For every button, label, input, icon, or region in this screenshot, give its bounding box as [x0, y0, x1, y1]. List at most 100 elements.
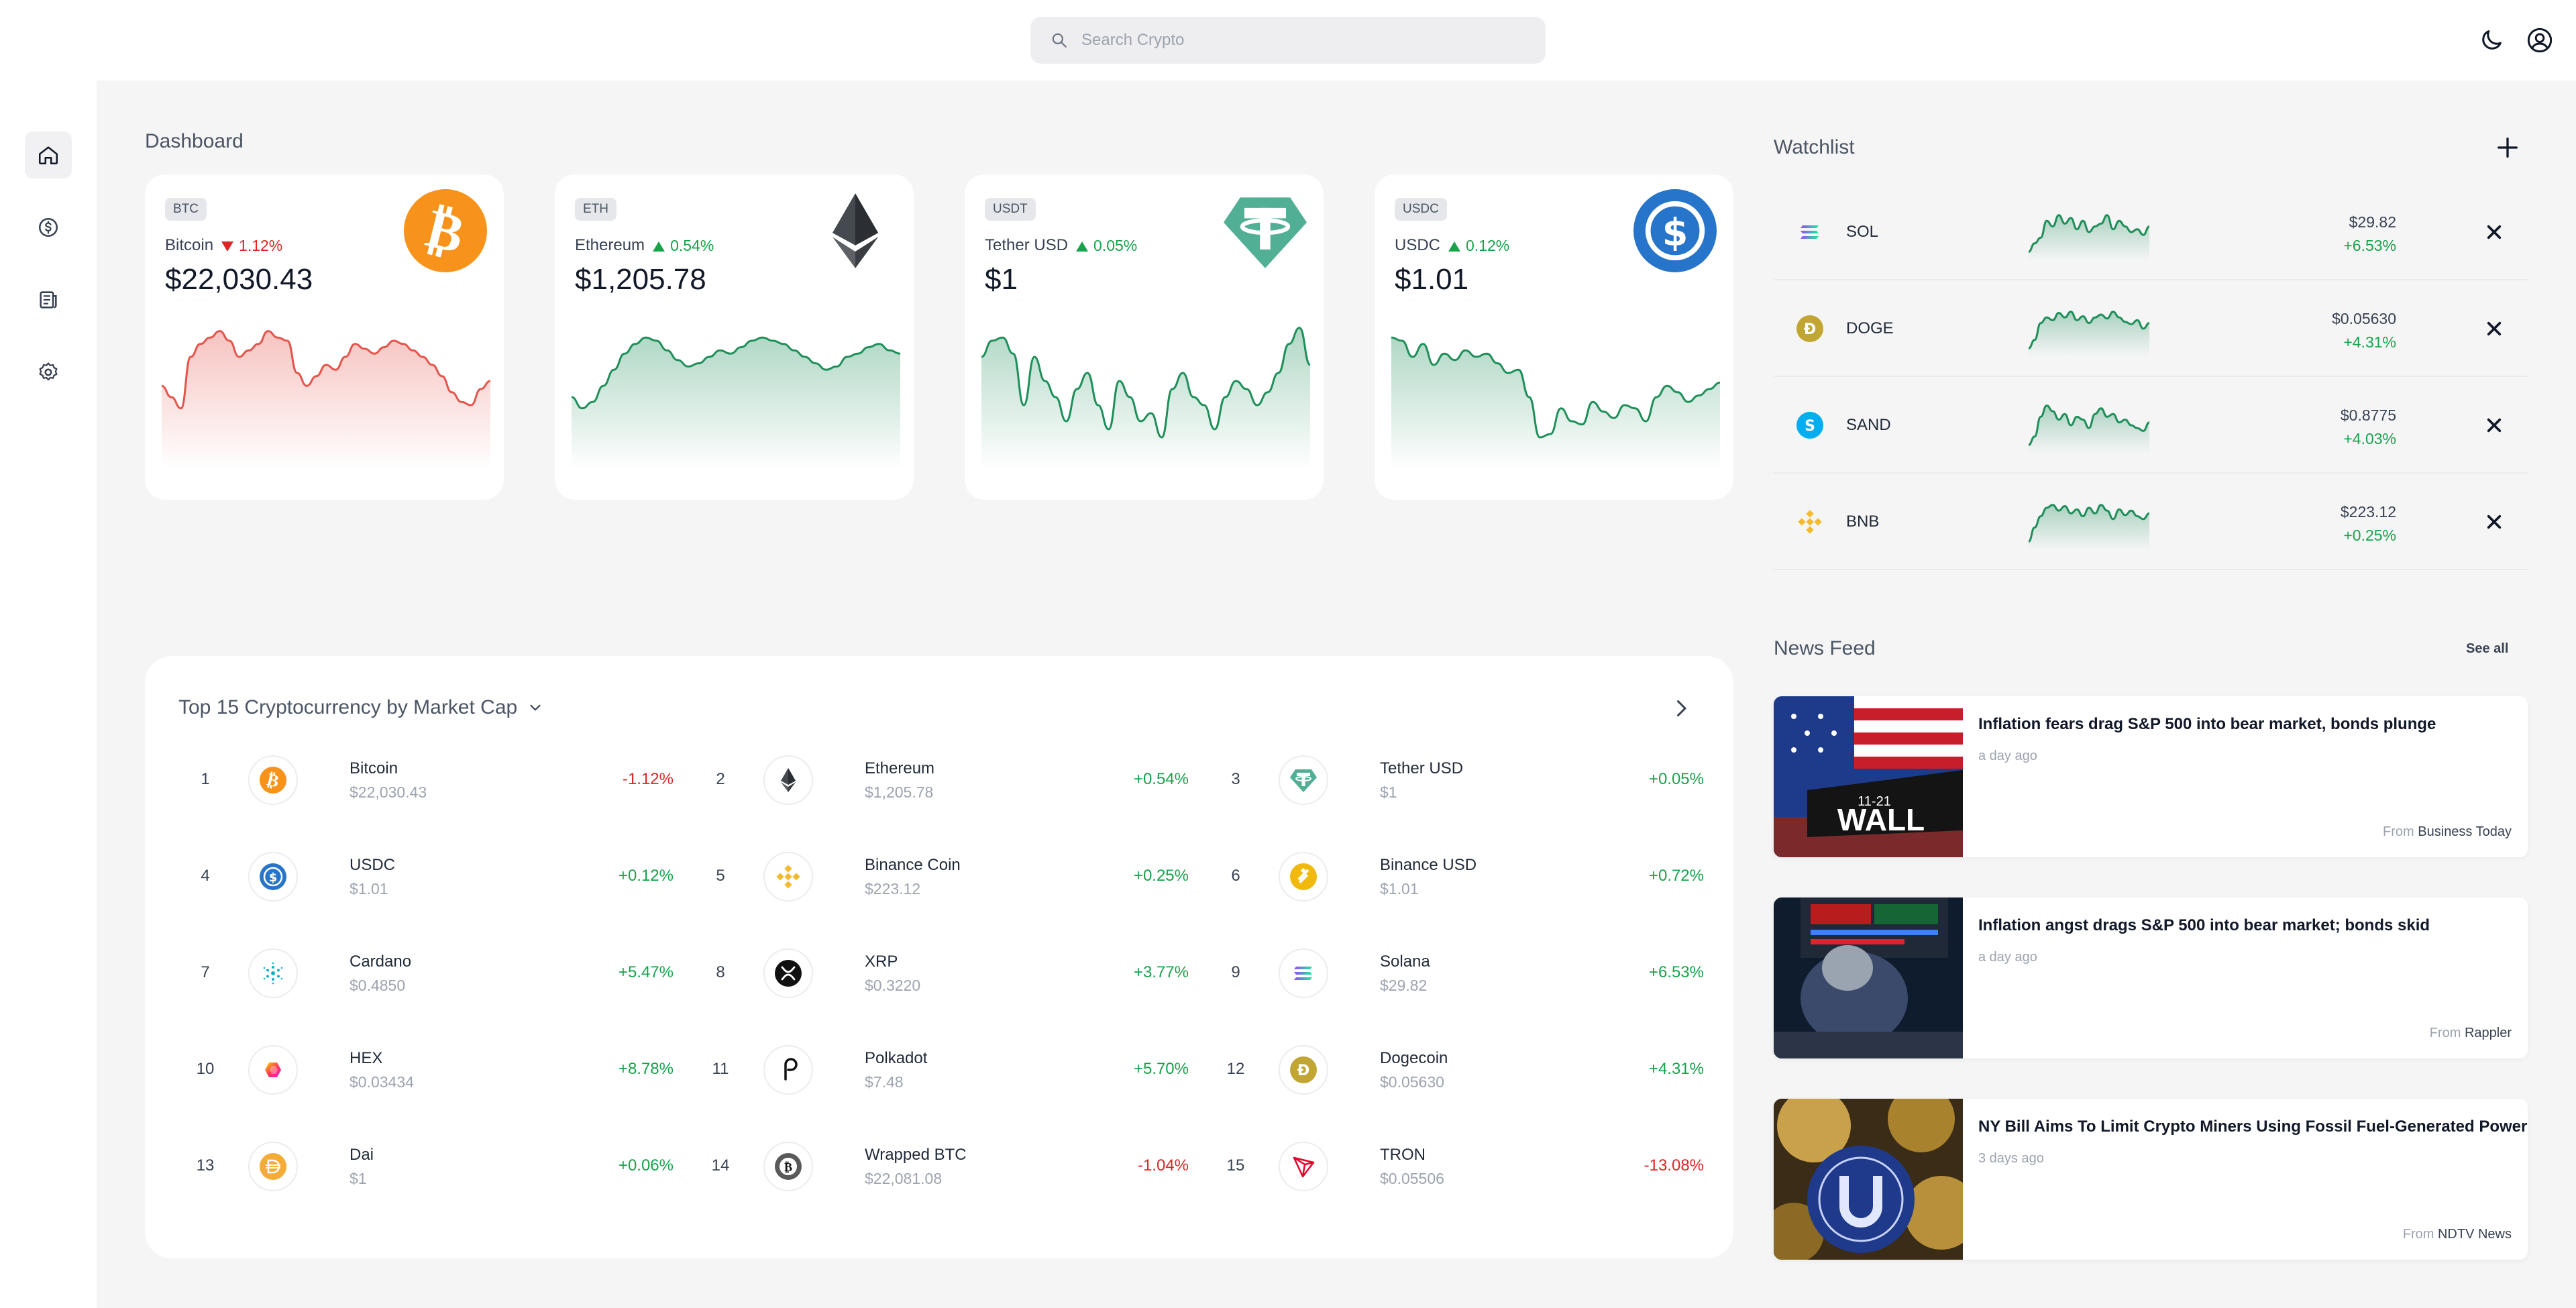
coin-row[interactable]: 11 Polkadot $7.48 +5.70%: [700, 1021, 1216, 1118]
coin-card-usdc[interactable]: USDC USDC 0.12% $1.01 $: [1375, 174, 1733, 500]
news-icon: [40, 291, 57, 309]
coin-sparkline: [161, 309, 491, 496]
coin-name: TRON: [1380, 1146, 1426, 1164]
news-time: 3 days ago: [1978, 1151, 2044, 1166]
coin-tag: USDT: [985, 198, 1036, 221]
top-cryptocurrency-dropdown[interactable]: Top 15 Cryptocurrency by Market Cap: [178, 696, 544, 719]
coin-row[interactable]: 3 Tether USD $1 +0.05%: [1216, 731, 1731, 828]
watchlist-title: Watchlist: [1774, 136, 1855, 158]
coin-row[interactable]: 10 HEX $0.03434 +8.78%: [185, 1021, 700, 1118]
sidebar-item-news[interactable]: [25, 276, 72, 323]
coin-card-usdt[interactable]: USDT Tether USD 0.05% $1: [965, 174, 1324, 500]
news-card[interactable]: 11-21 WALL Inflation fears drag S&P 500 i…: [1774, 696, 2528, 857]
coin-row[interactable]: 13 Dai $1 +0.06%: [185, 1118, 700, 1214]
news-image: [1774, 897, 1963, 1058]
coin-rank: 7: [201, 963, 210, 981]
coin-name-row: Ethereum 0.54%: [575, 236, 714, 255]
coin-row[interactable]: 5 Binance Coin $223.12 +0.25%: [700, 828, 1216, 924]
remove-watchlist-button[interactable]: [2481, 315, 2508, 342]
coin-card-btc[interactable]: BTC Bitcoin 1.12% $22,030.43 ₿: [145, 174, 504, 500]
coin-price: $0.4850: [350, 977, 406, 994]
add-watchlist-button[interactable]: [2494, 134, 2521, 161]
binance-coin-icon: [1798, 510, 1822, 534]
sparkline: [2028, 311, 2150, 357]
coin-logo: ₿: [248, 755, 298, 805]
coin-price: $22,030.43: [350, 783, 427, 801]
see-all-link[interactable]: See all: [2466, 641, 2508, 657]
coin-name: XRP: [865, 952, 898, 971]
sparkline: [1391, 336, 1721, 470]
coin-name: Wrapped BTC: [865, 1146, 967, 1164]
dogecoin-icon: Ð: [1796, 315, 1823, 342]
news-card[interactable]: NY Bill Aims To Limit Crypto Miners Usin…: [1774, 1099, 2528, 1260]
coin-row[interactable]: 15 TRON $0.05506 -13.08%: [1216, 1118, 1731, 1214]
coin-row[interactable]: 6 Binance USD $1.01 +0.72%: [1216, 828, 1731, 924]
sidebar-item-markets[interactable]: [25, 204, 72, 251]
sparkline: [2028, 504, 2150, 550]
news-card[interactable]: Inflation angst drags S&P 500 into bear …: [1774, 897, 2528, 1058]
coin-change: +0.05%: [1648, 770, 1704, 788]
coin-price: $7.48: [865, 1073, 904, 1091]
tron-icon: [1293, 1156, 1315, 1178]
coin-price: $0.03434: [350, 1073, 414, 1091]
remove-watchlist-button[interactable]: [2481, 508, 2508, 535]
remove-watchlist-button[interactable]: [2481, 219, 2508, 246]
coin-change: 0.05%: [1076, 237, 1137, 255]
watchlist-item-doge[interactable]: Ð DOGE $0.05630 +4.31%: [1774, 280, 2528, 377]
watchlist-price: $29.82: [2349, 213, 2396, 231]
coin-rank: 10: [196, 1060, 215, 1078]
coin-row[interactable]: 2 Ethereum $1,205.78 +0.54%: [700, 731, 1216, 828]
coin-tag: BTC: [165, 198, 207, 221]
watchlist-sparkline: [2028, 204, 2150, 260]
coin-row[interactable]: 14 ₿ Wrapped BTC $22,081.08 -1.04%: [700, 1118, 1216, 1214]
coin-name: Binance Coin: [865, 856, 961, 874]
watchlist-item-sand[interactable]: S SAND $0.8775 +4.03%: [1774, 377, 2528, 474]
ethereum-icon: [832, 193, 879, 268]
coin-sparkline: [571, 309, 901, 496]
home-icon: [38, 146, 58, 165]
bitcoin-icon: ₿: [260, 767, 286, 794]
coin-row[interactable]: 9 Solana $29.82 +6.53%: [1216, 924, 1731, 1021]
coin-logo: [1796, 508, 1823, 535]
usdc-icon: $: [260, 863, 286, 890]
dai-icon: [260, 1153, 286, 1180]
user-icon[interactable]: [2526, 27, 2553, 54]
remove-watchlist-button[interactable]: [2481, 412, 2508, 439]
coin-change-value: 1.12%: [239, 236, 283, 254]
watchlist-item-bnb[interactable]: BNB $223.12 +0.25%: [1774, 474, 2528, 570]
chevron-right-icon[interactable]: [1669, 696, 1693, 720]
coin-rank: 13: [196, 1156, 215, 1175]
svg-text:Ð: Ð: [1804, 321, 1816, 338]
coin-row[interactable]: 8 XRP $0.3220 +3.77%: [700, 924, 1216, 1021]
coin-row[interactable]: 7 Cardano $0.4850 +5.47%: [185, 924, 700, 1021]
coin-name: Dogecoin: [1380, 1049, 1448, 1067]
wrapped-btc-icon: ₿: [775, 1153, 802, 1180]
coin-row[interactable]: 12 Ð Dogecoin $0.05630 +4.31%: [1216, 1021, 1731, 1118]
coin-rank: 14: [711, 1156, 730, 1175]
watchlist-item-sol[interactable]: SOL $29.82 +6.53%: [1774, 184, 2528, 280]
news-source-label: From: [2383, 824, 2414, 839]
coin-name: Ethereum: [865, 759, 935, 777]
bitcoin-icon: ₿: [404, 189, 487, 272]
dashboard-title: Dashboard: [145, 130, 244, 152]
watchlist-change: +4.03%: [2343, 430, 2396, 447]
search-input[interactable]: Search Crypto: [1030, 17, 1546, 64]
news-source-label: From: [2402, 1227, 2434, 1242]
news-thumbnail: 11-21 WALL: [1774, 696, 1963, 857]
coin-change: +6.53%: [1648, 963, 1704, 981]
dogecoin-icon: Ð: [1290, 1056, 1317, 1083]
coin-price: $1.01: [1395, 263, 1469, 296]
moon-icon[interactable]: [2478, 27, 2505, 54]
cardano-icon: [263, 962, 283, 985]
coin-card-eth[interactable]: ETH Ethereum 0.54% $1,205.78: [555, 174, 914, 500]
sparkline: [161, 330, 491, 470]
coin-logo: [248, 1045, 298, 1095]
svg-text:S: S: [1805, 418, 1815, 435]
sidebar-item-settings[interactable]: [25, 349, 72, 396]
watchlist-sparkline: [2028, 301, 2150, 357]
coin-row[interactable]: 4 $ USDC $1.01 +0.12%: [185, 828, 700, 924]
coin-row[interactable]: 1 ₿ Bitcoin $22,030.43 -1.12%: [185, 731, 700, 828]
coin-logo: [814, 189, 897, 272]
sidebar-item-home[interactable]: [25, 131, 72, 178]
watchlist-symbol: SAND: [1846, 416, 1891, 434]
